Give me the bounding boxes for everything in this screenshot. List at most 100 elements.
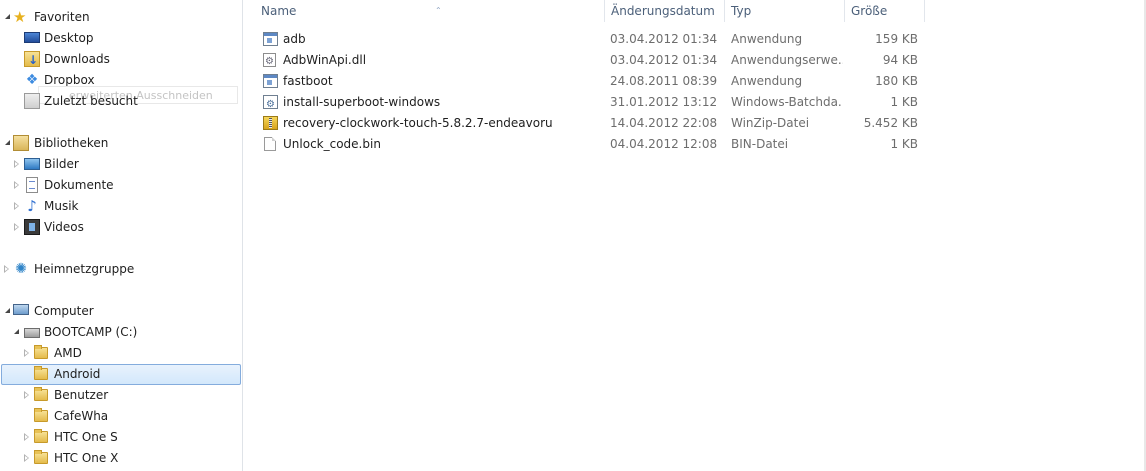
file-size: 5.452 KB [863, 116, 918, 130]
collapse-arrow-icon[interactable] [14, 181, 19, 189]
file-type: WinZip-Datei [731, 116, 810, 130]
computer-icon [13, 304, 29, 315]
file-name: install-superboot-windows [283, 95, 441, 109]
column-header-label: Größe [851, 4, 888, 18]
folder-icon [34, 408, 48, 422]
videos-icon [24, 219, 40, 235]
nav-item-label: Videos [44, 220, 84, 234]
column-header-label: Änderungsdatum [611, 4, 715, 18]
collapse-arrow-icon[interactable] [24, 391, 29, 399]
file-date: 03.04.2012 01:34 [610, 32, 718, 46]
file-type: Anwendung [731, 74, 803, 88]
nav-item-downloads[interactable]: Downloads [0, 49, 240, 70]
nav-item-label: Downloads [44, 52, 110, 66]
folder-icon [34, 429, 48, 443]
file-type: Anwendung [731, 32, 803, 46]
nav-item-label: Dokumente [44, 178, 114, 192]
desktop-icon [24, 32, 40, 43]
column-header-date[interactable]: Änderungsdatum [605, 0, 725, 22]
file-name: adb [283, 32, 306, 46]
nav-item-documents[interactable]: Dokumente [0, 175, 240, 195]
file-size: 159 KB [875, 32, 918, 46]
nav-drive-label: BOOTCAMP (C:) [44, 325, 138, 339]
collapse-arrow-icon[interactable] [24, 433, 29, 441]
file-date: 14.04.2012 22:08 [610, 116, 718, 130]
column-header-label: Typ [731, 4, 752, 18]
collapse-arrow-icon[interactable] [4, 265, 9, 273]
nav-item-label: CafeWha [54, 409, 109, 423]
application-icon [263, 74, 278, 88]
nav-item-recent[interactable]: Zuletzt besucht [0, 91, 240, 111]
collapse-arrow-icon[interactable] [14, 202, 19, 210]
nav-item-label: Benutzer [54, 388, 109, 402]
column-header-name[interactable]: Name ⌃ [255, 0, 605, 22]
file-size: 180 KB [875, 74, 918, 88]
nav-folder-amd[interactable]: AMD [0, 343, 240, 363]
homegroup-icon: ✺ [15, 261, 27, 277]
batch-file-icon [263, 94, 278, 115]
recent-places-icon [24, 93, 40, 109]
collapse-arrow-icon[interactable] [14, 160, 19, 168]
drive-icon [24, 328, 40, 338]
file-size: 94 KB [882, 53, 918, 67]
file-row-adbwinapi[interactable]: AdbWinApi.dll 03.04.2012 01:34 Anwendung… [243, 50, 1146, 72]
file-size: 1 KB [890, 137, 918, 151]
file-type: Anwendungserwe... [731, 53, 843, 67]
nav-item-label: Zuletzt besucht [44, 94, 138, 108]
nav-item-videos[interactable]: Videos [0, 217, 240, 237]
file-row-fastboot[interactable]: fastboot 24.08.2011 08:39 Anwendung 180 … [243, 71, 1146, 92]
nav-libraries[interactable]: Bibliotheken [0, 133, 240, 153]
column-header-type[interactable]: Typ [725, 0, 845, 22]
zip-file-icon [263, 116, 278, 130]
nav-item-label: Bilder [44, 157, 79, 171]
expand-arrow-icon[interactable] [14, 329, 19, 334]
folder-icon [34, 387, 48, 401]
nav-folder-htc-one-s[interactable]: HTC One S [0, 427, 240, 447]
folder-icon [34, 450, 48, 464]
nav-item-label: HTC One S [54, 430, 118, 444]
nav-item-desktop[interactable]: Desktop [0, 28, 240, 48]
column-header-size[interactable]: Größe [845, 0, 925, 22]
file-name: Unlock_code.bin [283, 137, 381, 151]
column-header-label: Name [261, 4, 297, 18]
nav-libraries-label: Bibliotheken [34, 136, 109, 150]
collapse-arrow-icon[interactable] [14, 223, 19, 231]
sort-indicator-icon: ⌃ [435, 6, 442, 15]
file-date: 04.04.2012 12:08 [610, 137, 718, 151]
nav-favorites-label: Favoriten [34, 10, 90, 24]
documents-icon [26, 177, 38, 193]
nav-drive-c[interactable]: BOOTCAMP (C:) [0, 322, 240, 342]
expand-arrow-icon[interactable] [5, 14, 10, 19]
pictures-icon [24, 158, 40, 170]
nav-folder-cafewha[interactable]: CafeWha [0, 406, 240, 426]
folder-icon [34, 345, 48, 359]
nav-folder-benutzer[interactable]: Benutzer [0, 385, 240, 405]
file-name: fastboot [283, 74, 333, 88]
file-list[interactable]: Name ⌃ Änderungsdatum Typ Größe adb 03.0… [243, 0, 1146, 471]
nav-item-label: Android [54, 367, 101, 381]
navigation-pane[interactable]: ★ Favoriten Desktop Downloads ❖ Dropbox … [0, 0, 243, 471]
file-name: AdbWinApi.dll [283, 53, 367, 67]
application-icon [263, 32, 278, 46]
nav-item-music[interactable]: ♪ Musik [0, 196, 240, 216]
collapse-arrow-icon[interactable] [24, 349, 29, 357]
nav-folder-android[interactable]: Android [0, 364, 240, 384]
file-row-install-superboot[interactable]: install-superboot-windows 31.01.2012 13:… [243, 92, 1146, 115]
downloads-folder-icon [24, 50, 40, 70]
dll-icon [263, 51, 276, 72]
nav-computer[interactable]: Computer [0, 301, 240, 321]
file-type: Windows-Batchda... [731, 95, 843, 109]
collapse-arrow-icon[interactable] [24, 454, 29, 462]
file-row-adb[interactable]: adb 03.04.2012 01:34 Anwendung 159 KB [243, 29, 1146, 50]
bin-file-icon [264, 137, 276, 151]
nav-homegroup[interactable]: ✺ Heimnetzgruppe [0, 259, 240, 279]
file-row-recovery[interactable]: recovery-clockwork-touch-5.8.2.7-endeavo… [243, 113, 1146, 134]
file-row-unlock-code[interactable]: Unlock_code.bin 04.04.2012 12:08 BIN-Dat… [243, 134, 1146, 155]
expand-arrow-icon[interactable] [5, 308, 10, 313]
file-size: 1 KB [890, 95, 918, 109]
nav-item-pictures[interactable]: Bilder [0, 154, 240, 174]
expand-arrow-icon[interactable] [5, 140, 10, 145]
file-type: BIN-Datei [731, 137, 789, 151]
nav-folder-htc-one-x[interactable]: HTC One X [0, 448, 240, 468]
nav-favorites[interactable]: ★ Favoriten [0, 7, 240, 27]
